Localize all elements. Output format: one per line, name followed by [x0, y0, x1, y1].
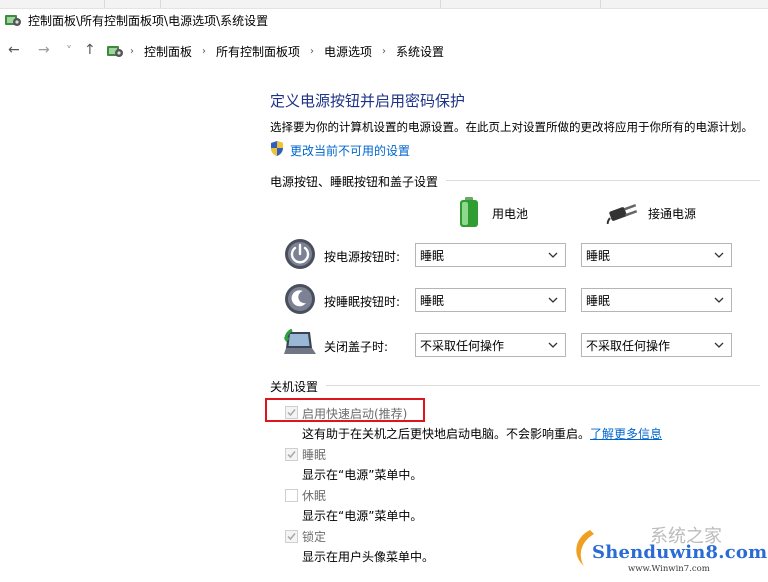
navigation-bar: ← → ˅ ↑ › 控制面板 › 所有控制面板项 › 电源选项 › 系统设置: [0, 36, 768, 66]
sleep-button-icon: [285, 284, 315, 314]
chevron-down-icon: [714, 252, 724, 258]
lid-close-plugged-select[interactable]: 不采取任何操作: [581, 333, 732, 357]
breadcrumb-system-settings[interactable]: 系统设置: [396, 43, 444, 60]
lock-label: 锁定: [302, 530, 327, 544]
window-path: 控制面板\所有控制面板项\电源选项\系统设置: [28, 13, 269, 28]
column-header-plugged-in: 接通电源: [648, 207, 697, 221]
control-panel-icon: [5, 15, 21, 26]
sleep-button-label: 按睡眠按钮时:: [324, 295, 401, 309]
back-button[interactable]: ←: [8, 42, 20, 58]
chevron-down-icon: [714, 297, 724, 303]
lid-close-battery-select[interactable]: 不采取任何操作: [415, 333, 566, 357]
lid-close-label: 关闭盖子时:: [324, 340, 389, 354]
sleep-button-plugged-select[interactable]: 睡眠: [581, 288, 732, 312]
section-divider: [326, 385, 760, 386]
chevron-right-icon: ›: [130, 45, 134, 57]
breadcrumb-control-panel[interactable]: 控制面板: [144, 43, 192, 60]
breadcrumb-power-options[interactable]: 电源选项: [324, 43, 372, 60]
hibernate-label: 休眠: [302, 489, 327, 503]
chevron-right-icon: ›: [310, 45, 315, 57]
sleep-checkbox[interactable]: [285, 448, 298, 461]
selected-value: 睡眠: [586, 293, 611, 308]
fast-startup-desc-text: 这有助于在关机之后更快地启动电脑。不会影响重启。: [302, 427, 591, 441]
hibernate-description: 显示在“电源”菜单中。: [302, 509, 423, 523]
page-description: 选择要为你的计算机设置的电源设置。在此页上对设置所做的更改将应用于你所有的电源计…: [270, 120, 753, 134]
hibernate-checkbox[interactable]: [285, 489, 298, 502]
uac-shield-icon: [271, 141, 283, 156]
strip-divider: [440, 0, 441, 8]
chevron-down-icon: [714, 342, 724, 348]
watermark-sub: www.Winwin7.com: [628, 564, 710, 574]
section-divider: [446, 180, 760, 181]
power-button-icon: [285, 239, 315, 269]
fast-startup-description: 这有助于在关机之后更快地启动电脑。不会影响重启。了解更多信息: [302, 425, 662, 442]
forward-button[interactable]: →: [38, 42, 50, 58]
sleep-label: 睡眠: [302, 448, 327, 462]
selected-value: 睡眠: [586, 248, 611, 263]
power-button-plugged-select[interactable]: 睡眠: [581, 243, 732, 267]
chevron-down-icon: [548, 252, 558, 258]
power-plug-icon: [606, 204, 638, 224]
selected-value: 睡眠: [420, 248, 445, 263]
watermark-site: Shenduwin8.com: [592, 542, 768, 563]
laptop-lid-icon: [284, 328, 316, 354]
selected-value: 睡眠: [420, 293, 445, 308]
chevron-right-icon: ›: [382, 45, 387, 57]
breadcrumb-all-items[interactable]: 所有控制面板项: [216, 43, 300, 60]
address-bar[interactable]: › 控制面板 › 所有控制面板项 › 电源选项 › 系统设置: [104, 40, 768, 62]
lock-description: 显示在用户头像菜单中。: [302, 550, 435, 564]
section-title-buttons: 电源按钮、睡眠按钮和盖子设置: [270, 175, 439, 189]
selected-value: 不采取任何操作: [586, 338, 671, 353]
selected-value: 不采取任何操作: [420, 338, 505, 353]
power-button-label: 按电源按钮时:: [324, 250, 401, 264]
strip-divider: [600, 0, 601, 8]
sleep-button-battery-select[interactable]: 睡眠: [415, 288, 566, 312]
strip-divider: [160, 0, 161, 8]
section-title-shutdown: 关机设置: [270, 380, 319, 394]
learn-more-link[interactable]: 了解更多信息: [590, 427, 662, 441]
chevron-down-icon: [548, 342, 558, 348]
up-button[interactable]: ↑: [84, 42, 96, 58]
control-panel-icon: [107, 46, 123, 57]
battery-icon: [460, 197, 478, 227]
strip-divider: [104, 0, 105, 8]
chevron-right-icon: ›: [202, 45, 207, 57]
page-title: 定义电源按钮并启用密码保护: [270, 92, 466, 110]
recent-locations-button[interactable]: ˅: [66, 43, 72, 59]
lock-checkbox[interactable]: [285, 530, 298, 543]
checkmark-icon: [287, 451, 296, 459]
column-header-battery: 用电池: [492, 207, 529, 221]
title-bar: 控制面板\所有控制面板项\电源选项\系统设置: [0, 8, 768, 32]
highlight-box: [265, 398, 425, 422]
change-unavailable-settings-link[interactable]: 更改当前不可用的设置: [290, 142, 410, 159]
power-button-battery-select[interactable]: 睡眠: [415, 243, 566, 267]
checkmark-icon: [287, 533, 296, 541]
sleep-description: 显示在“电源”菜单中。: [302, 468, 423, 482]
chevron-down-icon: [548, 297, 558, 303]
site-watermark: 系统之家 Shenduwin8.com www.Winwin7.com: [570, 520, 768, 582]
